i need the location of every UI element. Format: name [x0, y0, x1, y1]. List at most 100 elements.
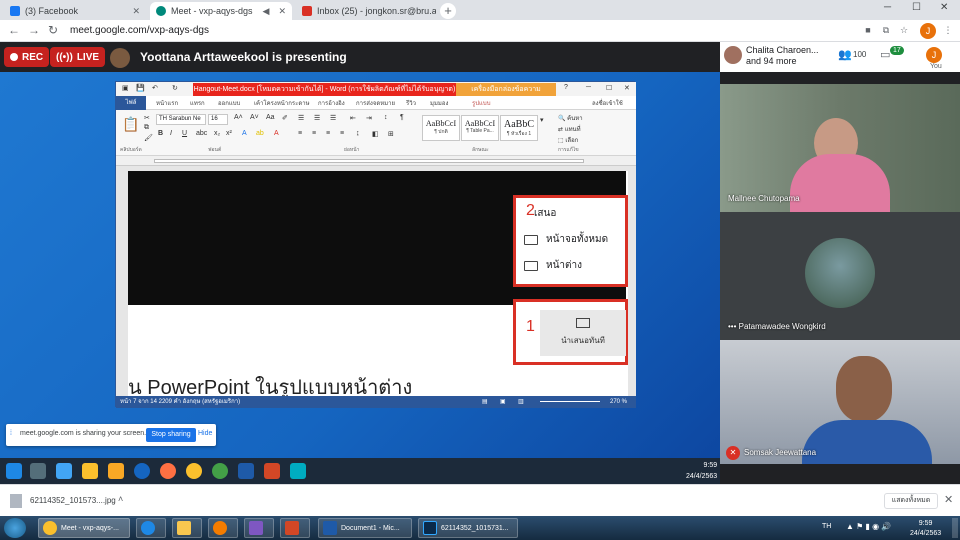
tab-layout[interactable]: เค้าโครงหน้ากระดาษ [254, 98, 310, 108]
grow-font-icon[interactable]: A˄ [234, 114, 243, 121]
minimize-icon[interactable]: ─ [884, 2, 891, 13]
camera-icon[interactable]: ■ [862, 24, 874, 36]
tab-facebook[interactable]: (3) Facebook ✕ [4, 2, 146, 20]
download-filename[interactable]: 62114352_101573....jpg [30, 496, 116, 505]
replace-button[interactable]: ⇄ แทนที่ [558, 124, 581, 134]
present-now-button[interactable]: นำเสนอทันที [540, 310, 626, 356]
show-all-button[interactable]: แสดงทั้งหมด [884, 493, 938, 509]
web-layout-icon[interactable]: ▥ [518, 396, 524, 408]
cut-icon[interactable]: ✂ [144, 114, 150, 122]
translate-icon[interactable]: ⧉ [880, 24, 892, 36]
align-center-icon[interactable]: ≡ [312, 130, 316, 137]
tab-meet[interactable]: Meet - vxp-aqys-dgs ◀ ✕ [150, 2, 292, 20]
maximize-icon[interactable]: ☐ [912, 2, 921, 13]
paste-icon[interactable]: 📋 [122, 116, 139, 133]
tab-gmail[interactable]: Inbox (25) - jongkon.sr@bru.ac.th ✕ [296, 2, 436, 20]
tab-references[interactable]: การอ้างอิง [318, 98, 345, 108]
taskbar-chrome[interactable]: Meet - vxp-aqys-... [38, 518, 130, 538]
bookmark-star-icon[interactable]: ☆ [898, 24, 910, 36]
new-tab-button[interactable]: + [440, 3, 456, 19]
font-color-icon[interactable]: A [274, 130, 279, 137]
close-icon[interactable]: ✕ [278, 6, 286, 17]
decrease-indent-icon[interactable]: ⇤ [350, 114, 356, 122]
undo-icon[interactable]: ↶ [152, 84, 158, 92]
redo-icon[interactable]: ↻ [172, 84, 178, 92]
change-case-icon[interactable]: Aa [266, 114, 275, 121]
shading-icon[interactable]: ◧ [372, 130, 379, 138]
copy-icon[interactable]: ⧉ [144, 124, 149, 132]
reload-icon[interactable]: ↻ [48, 23, 58, 37]
style-heading-1[interactable]: AaBbC ¶ หัวเรื่อง 1 [500, 115, 538, 141]
taskbar-word[interactable]: Document1 - Mic... [318, 518, 412, 538]
tab-insert[interactable]: แทรก [190, 98, 205, 108]
zoom-slider[interactable] [540, 401, 600, 402]
styles-more-icon[interactable]: ▾ [540, 116, 544, 124]
minimize-icon[interactable]: ─ [586, 84, 591, 91]
borders-icon[interactable]: ⊞ [388, 130, 394, 138]
tab-design[interactable]: ออกแบบ [218, 98, 240, 108]
taskbar-explorer[interactable] [172, 518, 202, 538]
maximize-icon[interactable]: ☐ [606, 84, 612, 92]
hide-button[interactable]: Hide [198, 430, 212, 437]
bullets-icon[interactable]: ☰ [298, 114, 304, 122]
taskbar-powerpoint[interactable] [280, 518, 310, 538]
tab-mailings[interactable]: การส่งจดหมาย [356, 98, 395, 108]
participant-tile[interactable]: ✕ Somsak Jeewattana [720, 340, 960, 464]
system-clock[interactable]: 9:59 24/4/2563 [910, 519, 941, 539]
italic-icon[interactable]: I [170, 130, 172, 137]
taskbar-media[interactable] [208, 518, 238, 538]
profile-avatar[interactable]: J [920, 23, 936, 39]
sort-icon[interactable]: ↕ [384, 114, 388, 121]
multilevel-list-icon[interactable]: ☰ [330, 114, 336, 122]
url-field[interactable]: meet.google.com/vxp-aqys-dgs [70, 23, 850, 39]
tab-view[interactable]: มุมมอง [430, 98, 448, 108]
print-layout-icon[interactable]: ▣ [500, 396, 506, 408]
close-window-icon[interactable]: ✕ [940, 2, 948, 13]
superscript-icon[interactable]: x² [226, 130, 232, 137]
paragraph-mark-icon[interactable]: ¶ [400, 114, 404, 121]
signin-link[interactable]: ลงชื่อเข้าใช้ [592, 98, 623, 108]
chevron-up-icon[interactable]: ˄ [118, 494, 123, 504]
style-table-paragraph[interactable]: AaBbCcI ¶ Table Pa... [461, 115, 499, 141]
highlight-icon[interactable]: ab [256, 130, 264, 137]
select-button[interactable]: ⬚ เลือก [558, 135, 578, 145]
save-icon[interactable]: 💾 [136, 84, 145, 92]
underline-icon[interactable]: U [182, 130, 187, 137]
increase-indent-icon[interactable]: ⇥ [366, 114, 372, 122]
clear-format-icon[interactable]: ✐ [282, 114, 288, 122]
participants-summary[interactable]: Chalita Charoen... and 94 more [746, 45, 819, 67]
taskbar-photoshop[interactable]: 62114352_1015731... [418, 518, 518, 538]
align-left-icon[interactable]: ≡ [298, 130, 302, 137]
mute-tab-icon[interactable]: ◀ [263, 6, 270, 17]
taskbar-ie[interactable] [136, 518, 166, 538]
font-size-field[interactable]: 16 [208, 114, 228, 125]
show-desktop-button[interactable] [952, 518, 958, 538]
chat-icon[interactable]: ▭ [880, 48, 890, 61]
tab-home[interactable]: หน้าแรก [156, 98, 178, 108]
read-mode-icon[interactable]: ▤ [482, 396, 488, 408]
help-icon[interactable]: ? [564, 84, 568, 91]
text-effects-icon[interactable]: A [242, 130, 247, 137]
windows-start-button[interactable] [4, 518, 26, 538]
present-window[interactable]: หน้าต่าง [524, 258, 582, 273]
close-icon[interactable]: ✕ [624, 84, 630, 92]
bold-icon[interactable]: B [158, 130, 163, 137]
justify-icon[interactable]: ≡ [340, 130, 344, 137]
forward-icon[interactable]: → [28, 23, 40, 37]
stop-sharing-button[interactable]: Stop sharing [146, 428, 196, 442]
line-spacing-icon[interactable]: ↨ [356, 130, 360, 137]
style-normal[interactable]: AaBbCcI ¶ ปกติ [422, 115, 460, 141]
format-painter-icon[interactable]: 🖌 [144, 134, 153, 142]
find-button[interactable]: 🔍 ค้นหา [558, 113, 583, 123]
taskbar-vs[interactable] [244, 518, 274, 538]
present-entire-screen[interactable]: หน้าจอทั้งหมด [524, 232, 608, 247]
shrink-font-icon[interactable]: A˅ [250, 114, 259, 121]
participant-tile[interactable]: ••• Patamawadee Wongkird [720, 212, 960, 340]
strikethrough-icon[interactable]: abc [196, 130, 207, 137]
tab-file[interactable]: ไฟล์ [116, 96, 146, 110]
close-icon[interactable]: ✕ [132, 6, 140, 17]
menu-dots-icon[interactable]: ⋮ [942, 24, 954, 36]
back-icon[interactable]: ← [8, 23, 20, 37]
tab-format[interactable]: รูปแบบ [472, 98, 491, 108]
align-right-icon[interactable]: ≡ [326, 130, 330, 137]
